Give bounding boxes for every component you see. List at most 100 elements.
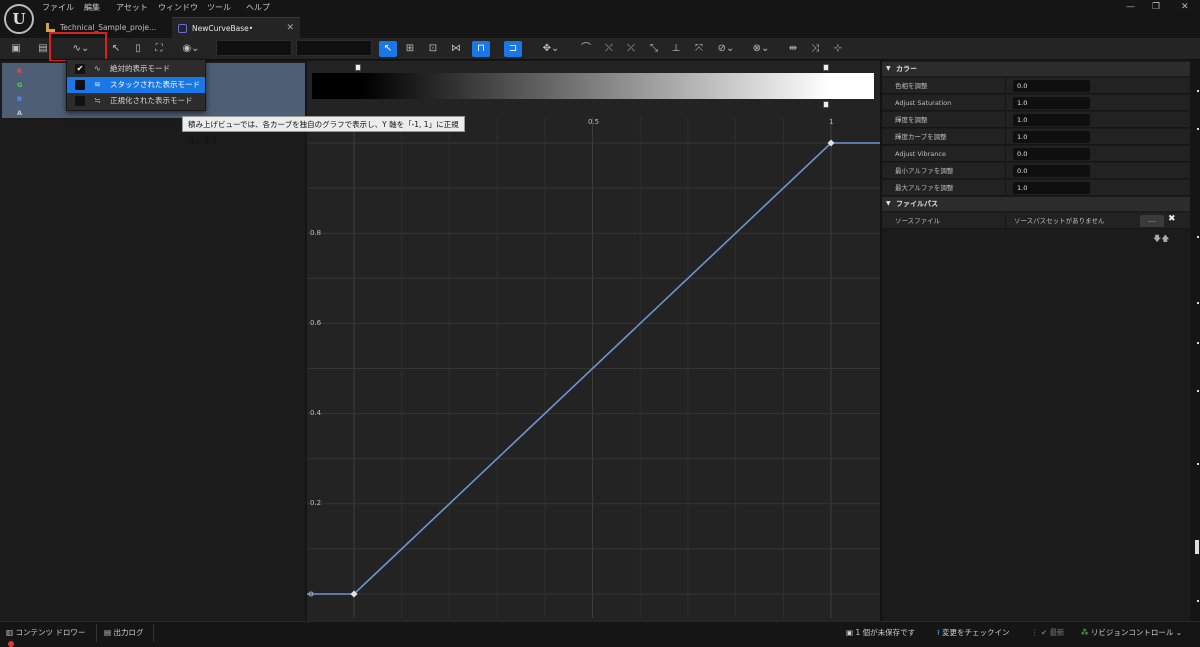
channel-b[interactable]: B bbox=[17, 95, 22, 103]
unsaved-button[interactable]: ▣ 1 個が未保存です bbox=[846, 625, 915, 641]
close-window-icon[interactable]: ✕ bbox=[1181, 2, 1189, 12]
menu-asset[interactable]: アセット bbox=[116, 2, 148, 14]
unreal-logo[interactable]: U bbox=[4, 4, 34, 34]
revision-control-label: リビジョンコントロール bbox=[1090, 628, 1174, 637]
split[interactable] bbox=[1005, 180, 1006, 196]
prop-value-input[interactable]: 0.0 bbox=[1013, 148, 1090, 160]
latest-button[interactable]: ⋮ ✔ 最新 bbox=[1031, 625, 1065, 641]
prop-row: Adjust Vibrance 0.0 bbox=[882, 146, 1190, 162]
scroll-thumb[interactable] bbox=[1195, 540, 1199, 554]
transform-tool-icon[interactable]: ⊞ bbox=[401, 41, 419, 57]
prop-value-input[interactable]: 1.0 bbox=[1013, 114, 1090, 126]
category-color[interactable]: ▼ カラー bbox=[882, 62, 1190, 76]
tab-curve-asset[interactable]: NewCurveBase• ✕ bbox=[172, 17, 300, 38]
prop-value-input[interactable]: 1.0 bbox=[1013, 131, 1090, 143]
split[interactable] bbox=[1005, 163, 1006, 179]
prop-value-input[interactable]: 1.0 bbox=[1013, 182, 1090, 194]
select-icon[interactable]: ↖ bbox=[107, 41, 125, 57]
prop-value-input[interactable]: 0.0 bbox=[1013, 80, 1090, 92]
menu-item-label: 正規化された表示モード bbox=[110, 96, 193, 105]
linear-tangent-icon[interactable]: ⤡ bbox=[645, 41, 663, 57]
split[interactable] bbox=[1005, 146, 1006, 162]
frame-icon[interactable]: ▯ bbox=[129, 41, 147, 57]
break-tangent-icon[interactable]: ⤫ bbox=[622, 41, 640, 57]
divider bbox=[153, 624, 154, 642]
menu-item-stacked-view[interactable]: ≋ スタックされた表示モード bbox=[67, 77, 205, 93]
prop-row: 色相を調整 0.0 bbox=[882, 78, 1190, 94]
time-input[interactable] bbox=[216, 40, 292, 56]
menu-help[interactable]: ヘルプ bbox=[246, 2, 270, 14]
source-file-value: ソースパスセットがありません bbox=[1014, 217, 1105, 225]
snap-time-icon[interactable]: ⊐ bbox=[504, 41, 522, 57]
close-tab-icon[interactable]: ✕ bbox=[286, 18, 294, 39]
menu-item-normalized-view[interactable]: ≒ 正規化された表示モード bbox=[67, 93, 205, 109]
menu-window[interactable]: ウィンドウ bbox=[158, 2, 198, 14]
scroll-marker bbox=[1197, 128, 1199, 130]
split[interactable] bbox=[1005, 78, 1006, 94]
smart-snap-icon[interactable]: ⤨ bbox=[806, 41, 824, 57]
tab-curve-asset-label: NewCurveBase• bbox=[192, 24, 254, 33]
save-icon[interactable]: ▣ bbox=[7, 41, 25, 57]
clear-icon[interactable]: ✖ bbox=[1168, 214, 1176, 224]
curve-plot[interactable] bbox=[307, 118, 880, 618]
split[interactable] bbox=[1005, 95, 1006, 111]
browse-button[interactable]: ... bbox=[1140, 215, 1164, 227]
channel-g[interactable]: G bbox=[17, 81, 22, 89]
axis-snap-icon[interactable]: ✥⌄ bbox=[540, 41, 562, 57]
fit-icon[interactable]: ⛶ bbox=[150, 41, 168, 57]
filter-icon[interactable]: ⊘⌄ bbox=[713, 41, 739, 57]
menu-file[interactable]: ファイル bbox=[42, 2, 74, 14]
snap-value-icon[interactable]: ⊓ bbox=[472, 41, 490, 57]
minimize-icon[interactable]: — bbox=[1126, 2, 1135, 12]
scroll-marker bbox=[1197, 600, 1199, 602]
retime-tool-icon[interactable]: ⊡ bbox=[424, 41, 442, 57]
prop-row: 最大アルファを調整 1.0 bbox=[882, 180, 1190, 196]
check-in-button[interactable]: ⭱ 変更をチェックイン bbox=[937, 625, 1010, 641]
restore-icon[interactable]: ❐ bbox=[1152, 2, 1160, 12]
revision-control-button[interactable]: ⁂ リビジョンコントロール ⌄ bbox=[1081, 625, 1182, 641]
y-tick-label: 0.4 bbox=[310, 409, 322, 417]
channel-r[interactable]: R bbox=[17, 67, 22, 75]
visibility-icon[interactable]: ◉⌄ bbox=[178, 41, 204, 57]
category-label: ファイルパス bbox=[896, 200, 938, 208]
channel-a[interactable]: A bbox=[17, 109, 22, 117]
output-log-button[interactable]: ▤ 出力ログ bbox=[104, 625, 143, 641]
user-tangent-icon[interactable]: ⤬ bbox=[600, 41, 618, 57]
status-bar bbox=[0, 621, 1200, 647]
collapse-arrow-icon: ▼ bbox=[886, 200, 891, 207]
prop-name: 最小アルファを調整 bbox=[895, 167, 954, 175]
gradient-stop-start[interactable] bbox=[355, 64, 361, 71]
menu-edit[interactable]: 編集 bbox=[84, 2, 100, 14]
reimport-down-icon[interactable]: 🡇🡅 bbox=[1153, 233, 1169, 247]
gradient-stop-end-top[interactable] bbox=[823, 64, 829, 71]
multi-scale-icon[interactable]: ⋈ bbox=[447, 41, 465, 57]
menu-item-absolute-view[interactable]: ✔ ∿ 絶対的表示モード bbox=[67, 61, 205, 77]
curve-filter-icon[interactable]: ⊗⌄ bbox=[748, 41, 774, 57]
curve-icon: ∿ bbox=[94, 64, 101, 73]
prop-value-input[interactable]: 1.0 bbox=[1013, 97, 1090, 109]
tab-project-label: Technical_Sample_proje... bbox=[60, 23, 157, 32]
split[interactable] bbox=[1005, 112, 1006, 128]
value-input[interactable] bbox=[296, 40, 372, 56]
straighten-icon[interactable]: ⇹ bbox=[784, 41, 802, 57]
menu-item-label: 絶対的表示モード bbox=[110, 64, 170, 73]
auto-tangent-icon[interactable]: ⌒ bbox=[577, 41, 595, 57]
color-gradient-preview[interactable] bbox=[312, 73, 874, 99]
check-in-label: 変更をチェックイン bbox=[942, 628, 1010, 637]
content-drawer-button[interactable]: ▥ コンテンツ ドロワー bbox=[6, 625, 85, 641]
split[interactable] bbox=[1005, 129, 1006, 145]
category-file-path[interactable]: ▼ ファイルパス bbox=[882, 197, 1190, 211]
prop-name: Adjust Saturation bbox=[895, 99, 952, 107]
curve-asset-icon bbox=[178, 24, 187, 33]
gradient-stop-end-bottom[interactable] bbox=[823, 101, 829, 108]
prop-name: ソースファイル bbox=[895, 217, 941, 225]
scroll-marker bbox=[1197, 342, 1199, 344]
select-tool-icon[interactable]: ↖ bbox=[379, 41, 397, 57]
split[interactable] bbox=[1005, 213, 1006, 229]
channel-panel bbox=[0, 61, 305, 621]
menu-tools[interactable]: ツール bbox=[207, 2, 231, 14]
prop-value-input[interactable]: 0.0 bbox=[1013, 165, 1090, 177]
constant-tangent-icon[interactable]: ⊥ bbox=[667, 41, 685, 57]
tween-icon[interactable]: ⊹ bbox=[829, 41, 847, 57]
flatten-icon[interactable]: ⤧ bbox=[690, 41, 708, 57]
